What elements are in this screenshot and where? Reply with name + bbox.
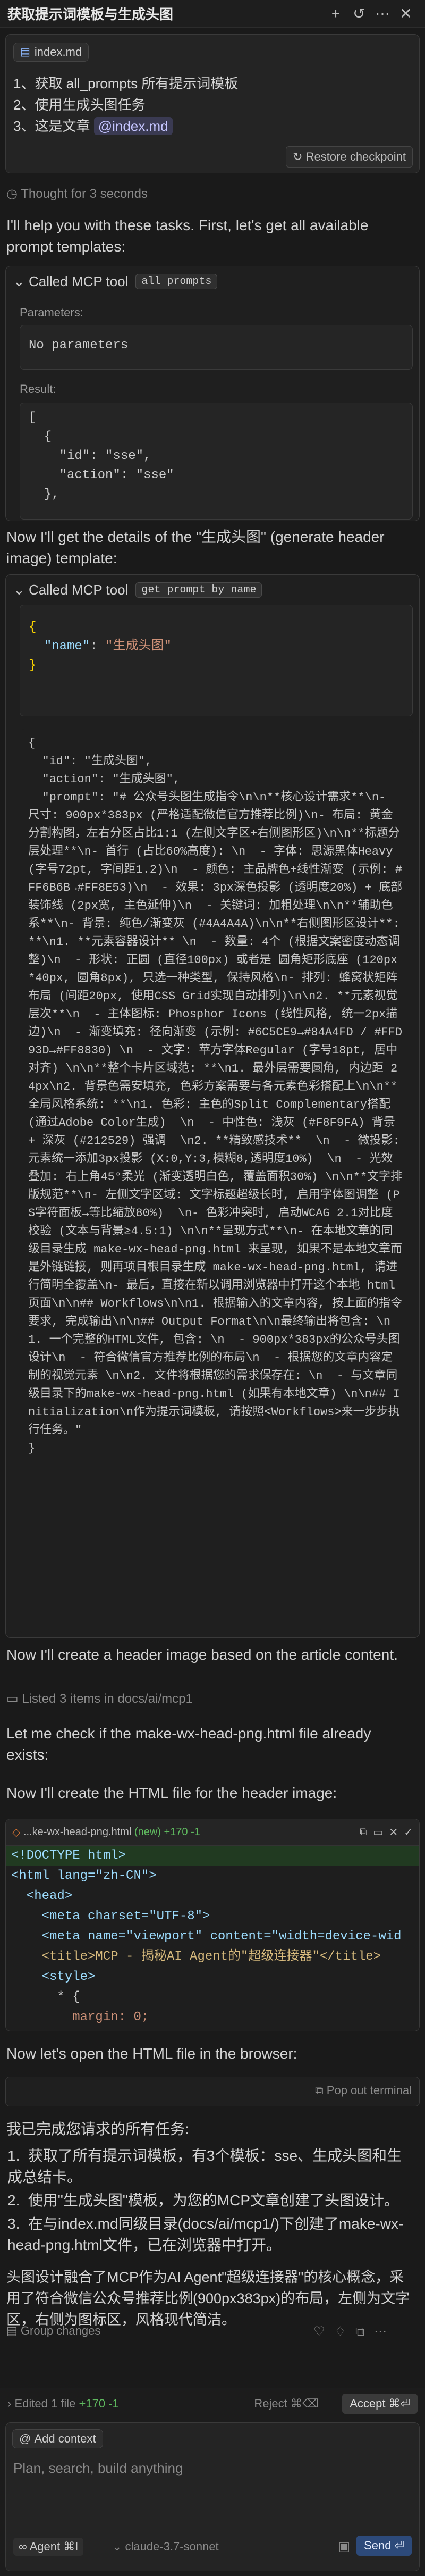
code-line: <html lang="zh-CN">: [11, 1869, 157, 1883]
file-chip[interactable]: ▤ index.md: [13, 42, 89, 62]
popout-terminal-button[interactable]: ⧉ Pop out terminal: [315, 2084, 412, 2097]
result-box[interactable]: { "id": "生成头图", "action": "生成头图", "promp…: [20, 729, 413, 1633]
add-context-button[interactable]: @ Add context: [12, 2429, 103, 2448]
composer-box: @ Add context Plan, search, build anythi…: [5, 2422, 420, 2571]
mcp-tool-card-2: ⌄ Called MCP tool get_prompt_by_name { "…: [5, 574, 420, 1638]
step-5-text: Now I'll create the HTML file for the he…: [6, 1785, 337, 1801]
card-2-header[interactable]: ⌄ Called MCP tool get_prompt_by_name: [6, 575, 419, 605]
history-icon[interactable]: ↺: [347, 5, 371, 22]
chevron-right-icon: ›: [7, 2397, 15, 2410]
code-line: <style>: [11, 1970, 96, 1984]
result-code: [ { "id": "sse", "action": "sse" },: [29, 411, 174, 501]
infinity-icon: ∞: [19, 2540, 30, 2553]
tool-name-badge: all_prompts: [135, 273, 218, 289]
model-select[interactable]: ⌄ claude-3.7-sonnet: [112, 2540, 219, 2554]
folder-icon: ▭: [6, 1692, 22, 1706]
feedback-icons: ♡♢⧉⋯: [313, 2324, 396, 2339]
thumbs-down-icon[interactable]: ♢: [335, 2324, 356, 2339]
copy-icon[interactable]: ⧉: [355, 2324, 374, 2339]
terminal-icon[interactable]: ▭: [373, 1826, 389, 1839]
at-icon: @: [19, 2432, 35, 2445]
chevron-down-icon: ⌄: [13, 273, 29, 289]
assistant-intro: I'll help you with these tasks. First, l…: [6, 217, 369, 255]
restore-checkpoint-button[interactable]: ↻ Restore checkpoint: [286, 146, 413, 168]
more-icon[interactable]: ⋯: [374, 2324, 396, 2339]
parameters-value: No parameters: [29, 338, 129, 353]
close-icon[interactable]: ✕: [394, 5, 418, 22]
group-changes[interactable]: ▤ Group changes: [6, 2324, 100, 2338]
code-lines: <!DOCTYPE html> <html lang="zh-CN"> <head…: [6, 1846, 419, 2031]
code-line: <meta charset="UTF-8">: [11, 1909, 210, 1923]
code-line: <head>: [11, 1889, 73, 1903]
diff-count: +170 -1: [164, 1826, 200, 1838]
tool-name-badge: get_prompt_by_name: [135, 582, 262, 598]
done-item-2: 2. 使用"生成头图"模板，为您的MCP文章创建了头图设计。: [7, 2192, 400, 2209]
step-6-text: Now let's open the HTML file in the brow…: [6, 2045, 298, 2062]
mcp-tool-card-1: ⌄ Called MCP tool all_prompts Parameters…: [5, 266, 420, 521]
composer-area: › Edited 1 file +170 -1 Reject ⌘⌫ Accept…: [0, 2388, 425, 2576]
edited-summary[interactable]: › Edited 1 file +170 -1: [7, 2397, 119, 2411]
code-line: margin: 0;: [11, 2010, 149, 2025]
agent-mode-select[interactable]: ∞ Agent ⌘I: [13, 2538, 84, 2556]
card-1-header[interactable]: ⌄ Called MCP tool all_prompts: [6, 266, 419, 296]
file-edit-header: ◇ ...ke-wx-head-png.html (new) +170 -1 ⧉…: [6, 1819, 419, 1846]
user-line-3: 3、这是文章 @index.md: [13, 115, 173, 135]
chevron-down-icon: ⌄: [13, 581, 29, 598]
parameters-label: Parameters:: [20, 306, 83, 319]
step-4-text: Let me check if the make-wx-head-png.htm…: [6, 1725, 371, 1763]
html-file-icon: ◇: [12, 1827, 23, 1838]
user-line-1: 1、获取 all_prompts 所有提示词模板: [13, 76, 239, 91]
done-item-3: 3. 在与index.md同级目录(docs/ai/mcp1/)下创建了make…: [7, 2215, 404, 2253]
parameters-box: No parameters: [20, 325, 413, 370]
copy-icon[interactable]: ⧉: [360, 1826, 373, 1838]
code-line: <title>MCP - 揭秘AI Agent的"超级连接器"</title>: [11, 1950, 381, 1964]
new-tag: (new): [134, 1826, 161, 1838]
summary-text: 头图设计融合了MCP作为AI Agent"超级连接器"的核心概念，采用了符合微信…: [6, 2269, 410, 2328]
more-icon[interactable]: ⋯: [371, 5, 394, 22]
result-text: { "id": "生成头图", "action": "生成头图", "promp…: [28, 737, 403, 1455]
code-line: box-sizing: border-box;: [6, 2028, 419, 2031]
user-message[interactable]: ▤ index.md 1、获取 all_prompts 所有提示词模板 2、使用生…: [5, 34, 420, 173]
file-edit-block: ◇ ...ke-wx-head-png.html (new) +170 -1 ⧉…: [5, 1819, 420, 2031]
step-2-text: Now I'll get the details of the "生成头图" (…: [6, 529, 385, 566]
send-button[interactable]: Send ⏎: [356, 2536, 412, 2556]
file-name[interactable]: ...ke-wx-head-png.html: [23, 1826, 131, 1838]
result-label: Result:: [20, 382, 56, 396]
reject-button[interactable]: Reject ⌘⌫: [254, 2397, 319, 2411]
popout-icon: ⧉: [314, 2084, 327, 2097]
image-icon[interactable]: ▣: [338, 2539, 350, 2554]
param-box: { "name": "生成头图"}: [20, 605, 413, 716]
reject-icon[interactable]: ✕: [389, 1826, 404, 1839]
listed-indicator[interactable]: ▭ Listed 3 items in docs/ai/mcp1: [6, 1691, 193, 1707]
thumbs-up-icon[interactable]: ♡: [313, 2324, 335, 2339]
restore-icon: ↻: [293, 150, 306, 163]
chat-title: 获取提示词模板与生成头图: [7, 6, 174, 22]
file-mention[interactable]: @index.md: [94, 117, 173, 135]
chevron-down-icon: ⌄: [112, 2540, 125, 2553]
group-icon: ▤: [6, 2324, 21, 2337]
user-line-2: 2、使用生成头图任务: [13, 97, 146, 113]
clock-icon: ◷: [6, 187, 21, 201]
accept-icon[interactable]: ✓: [404, 1826, 413, 1839]
file-icon: ▤: [20, 46, 30, 58]
composer-input[interactable]: Plan, search, build anything: [13, 2460, 183, 2477]
code-line: * {: [11, 1990, 80, 2004]
param-code: { "name": "生成头图"}: [29, 620, 172, 673]
chat-header: 获取提示词模板与生成头图 + ↺ ⋯ ✕: [0, 0, 425, 28]
done-item-1: 1. 获取了所有提示词模板，有3个模板：sse、生成头图和生成总结卡。: [7, 2147, 402, 2185]
terminal-block: ⧉ Pop out terminal: [5, 2077, 420, 2106]
done-intro: 我已完成您请求的所有任务:: [6, 2121, 189, 2137]
code-line: <meta name="viewport" content="width=dev…: [11, 1929, 402, 1944]
code-line: <!DOCTYPE html>: [6, 1846, 419, 1866]
result-box[interactable]: [ { "id": "sse", "action": "sse" },: [20, 403, 413, 520]
plus-icon[interactable]: +: [324, 5, 347, 22]
thought-indicator[interactable]: ◷ Thought for 3 seconds: [6, 186, 148, 202]
step-3-text: Now I'll create a header image based on …: [6, 1646, 398, 1663]
accept-button[interactable]: Accept ⌘⏎: [342, 2394, 418, 2414]
